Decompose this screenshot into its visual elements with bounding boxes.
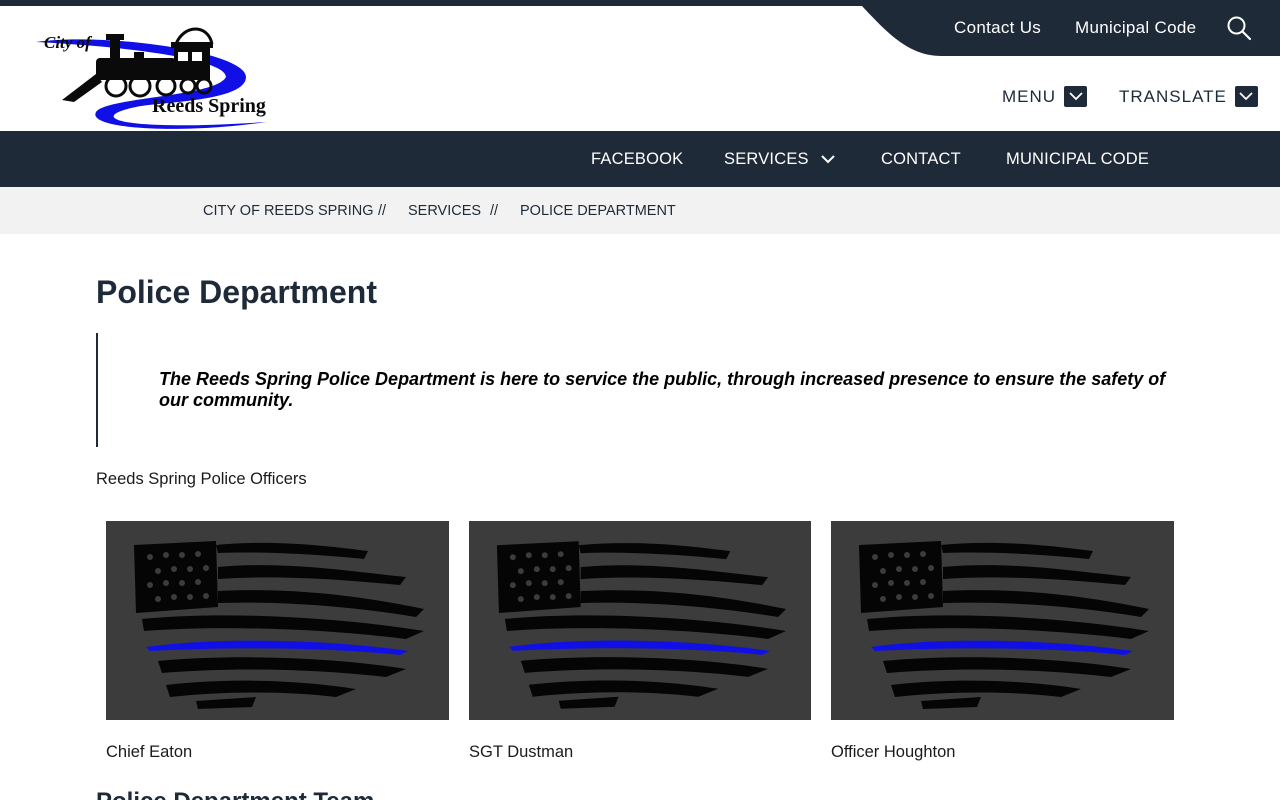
menu-button[interactable]: MENU [1002,86,1088,107]
chevron-down-icon [1234,86,1258,107]
officer-name: Officer Houghton [831,743,956,761]
breadcrumb-separator: // [490,203,499,219]
officer-card: Chief Eaton [106,521,449,762]
thin-blue-line-flag-image [134,541,424,709]
chevron-down-icon [821,155,835,164]
chevron-down-icon [1064,86,1088,107]
breadcrumb-home[interactable]: CITY OF REEDS SPRING [203,203,374,219]
nav-item-label: SERVICES [724,150,809,168]
officer-photo[interactable] [831,521,1174,720]
breadcrumb-separator: // [378,203,387,219]
municipal-code-link[interactable]: Municipal Code [1075,18,1196,38]
search-icon[interactable] [1226,15,1252,41]
officer-card: Officer Houghton [831,521,1174,762]
breadcrumb-services[interactable]: SERVICES [408,203,481,219]
nav-item-municipal-code[interactable]: MUNICIPAL CODE [1006,150,1149,169]
nav-item-contact[interactable]: CONTACT [881,150,961,169]
officer-card: SGT Dustman [469,521,811,762]
translate-button[interactable]: TRANSLATE [1119,86,1258,107]
translate-label: TRANSLATE [1119,86,1227,106]
contact-us-link[interactable]: Contact Us [954,18,1041,38]
nav-item-facebook[interactable]: FACEBOOK [591,150,683,169]
thin-blue-line-flag-image [859,541,1149,709]
mission-quote-text: The Reeds Spring Police Department is he… [159,369,1166,410]
nav-item-label: FACEBOOK [591,150,684,168]
utility-bar-bg [862,6,1280,56]
mission-quote: The Reeds Spring Police Department is he… [96,333,1196,447]
team-heading: Police Department Team [96,788,374,800]
logo-text-name: Reeds Spring [152,95,266,117]
thin-blue-line-flag-image [496,541,787,709]
nav-item-label: CONTACT [881,150,961,168]
officer-photo[interactable] [106,521,449,720]
utility-bar: Contact Us Municipal Code [862,6,1280,56]
nav-item-services[interactable]: SERVICES [724,150,835,169]
breadcrumb: CITY OF REEDS SPRING // SERVICES // POLI… [0,187,1280,234]
officers-label: Reeds Spring Police Officers [96,470,307,488]
page-title: Police Department [96,274,377,310]
menu-label: MENU [1002,86,1057,106]
officer-photo[interactable] [469,521,811,720]
breadcrumb-current: POLICE DEPARTMENT [520,203,676,219]
site-header: City of Reeds Spring Contact Us Municipa… [0,6,1280,131]
officer-name: SGT Dustman [469,743,574,761]
main-nav: FACEBOOK SERVICES CONTACT MUNICIPAL CODE [0,131,1280,187]
logo-text-city: City of [44,33,93,52]
city-logo[interactable]: City of Reeds Spring [26,22,278,134]
nav-item-label: MUNICIPAL CODE [1006,150,1150,168]
officer-name: Chief Eaton [106,743,193,761]
